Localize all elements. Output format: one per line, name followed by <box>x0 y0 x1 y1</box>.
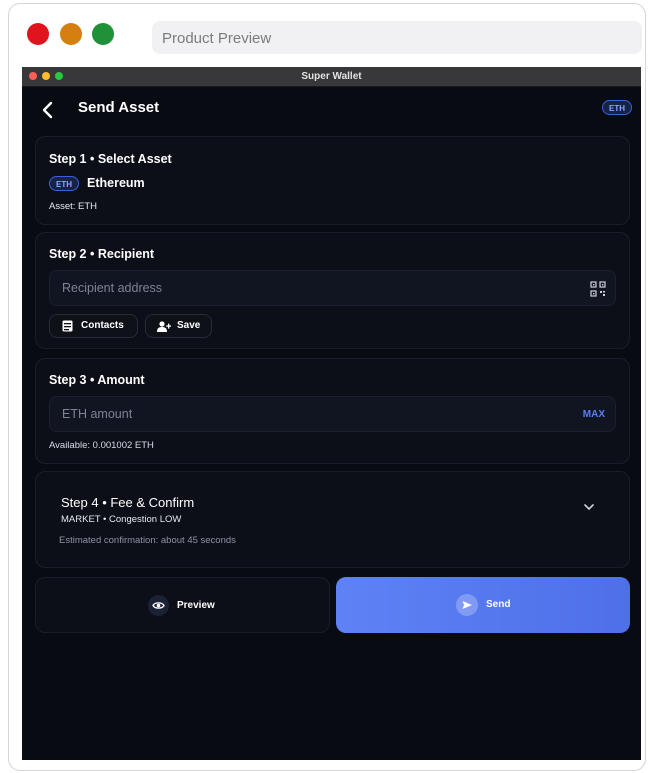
step4-subtitle: MARKET • Congestion LOW <box>61 514 182 525</box>
step3-title: Step 3 • Amount <box>49 373 145 387</box>
preview-label: Preview <box>177 600 215 611</box>
maximize-window-icon[interactable] <box>92 23 114 45</box>
contacts-button[interactable]: Contacts <box>49 314 138 338</box>
save-label: Save <box>177 320 201 331</box>
step4-title: Step 4 • Fee & Confirm <box>61 495 195 510</box>
step3-card: Step 3 • Amount MAX Available: 0.001002 … <box>35 358 630 464</box>
amount-input[interactable] <box>50 397 615 431</box>
step1-title: Step 1 • Select Asset <box>49 152 172 166</box>
close-window-icon[interactable] <box>27 23 49 45</box>
back-arrow-icon[interactable] <box>40 100 56 120</box>
step4-card[interactable]: Step 4 • Fee & Confirm MARKET • Congesti… <box>35 471 630 568</box>
contacts-label: Contacts <box>81 320 124 331</box>
send-button[interactable]: Send <box>336 577 630 633</box>
save-contact-button[interactable]: Save <box>145 314 212 338</box>
qr-scan-icon[interactable] <box>590 281 606 297</box>
available-balance: Available: 0.001002 ETH <box>49 440 154 451</box>
step2-card: Step 2 • Recipient Contacts <box>35 232 630 349</box>
asset-badge: ETH <box>49 176 79 191</box>
minimize-window-icon[interactable] <box>60 23 82 45</box>
asset-name[interactable]: Ethereum <box>87 176 145 190</box>
chevron-down-icon[interactable] <box>583 503 595 511</box>
amount-field: MAX <box>49 396 616 432</box>
max-button[interactable]: MAX <box>583 409 605 420</box>
contacts-icon <box>62 320 73 332</box>
page-title: Send Asset <box>78 99 160 116</box>
network-badge: ETH <box>602 100 632 115</box>
step2-title: Step 2 • Recipient <box>49 247 155 261</box>
window-titlebar: Super Wallet <box>22 67 641 87</box>
asset-line: Asset: ETH <box>49 201 98 212</box>
confirmation-estimate: Estimated confirmation: about 45 seconds <box>59 535 236 546</box>
address-bar[interactable]: Product Preview <box>152 21 642 54</box>
send-arrow-icon <box>456 594 478 616</box>
add-person-icon <box>157 321 171 332</box>
app-window: Super Wallet Send Asset ETH Step 1 • Sel… <box>22 67 641 760</box>
recipient-input[interactable] <box>50 271 615 305</box>
send-label: Send <box>486 599 511 610</box>
preview-button[interactable]: Preview <box>35 577 330 633</box>
window-title: Super Wallet <box>301 71 362 82</box>
eye-icon <box>148 595 169 616</box>
recipient-field <box>49 270 616 306</box>
step1-card: Step 1 • Select Asset ETH Ethereum Asset… <box>35 136 630 225</box>
